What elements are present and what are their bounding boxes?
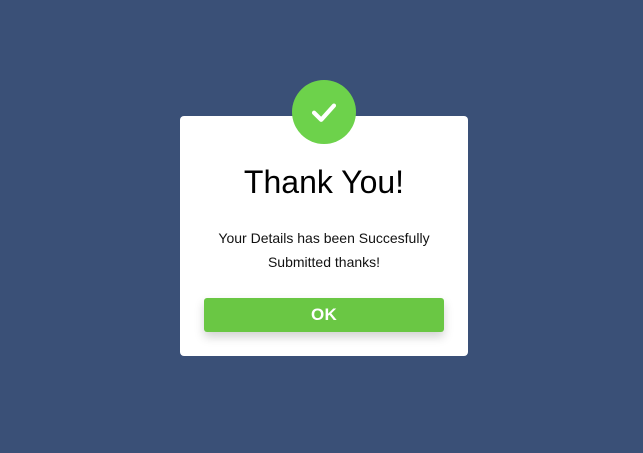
thank-you-dialog: Thank You! Your Details has been Succesf… — [180, 116, 468, 356]
checkmark-icon — [311, 103, 337, 122]
dialog-message-line-2: Submitted thanks! — [267, 254, 381, 270]
success-badge — [292, 80, 356, 144]
dialog-message: Your Details has been Succesfully Submit… — [202, 226, 446, 274]
dialog-title: Thank You! — [243, 164, 405, 200]
dialog-message-line-1: Your Details has been Succesfully — [218, 230, 430, 246]
ok-button[interactable]: OK — [204, 298, 444, 332]
